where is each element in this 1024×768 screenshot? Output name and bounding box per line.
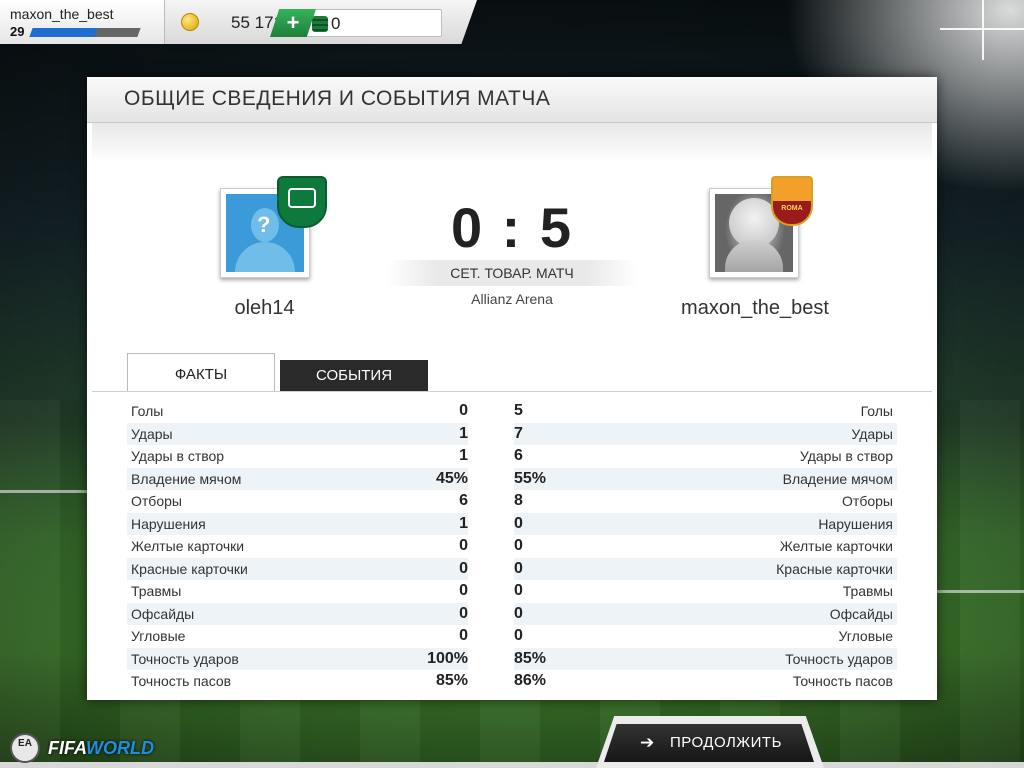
stat-row: Травмы 0 0 Травмы (127, 580, 897, 603)
coin-icon (181, 13, 199, 31)
stat-value-home: 0 (459, 604, 468, 622)
points-icon (312, 16, 328, 32)
home-team-name: oleh14 (234, 297, 295, 319)
stat-label-home: Удары в створ (131, 448, 225, 464)
continue-button[interactable]: ➔ ПРОДОЛЖИТЬ (604, 724, 814, 762)
stat-label-away: Отборы (842, 493, 893, 509)
away-team-name: maxon_the_best (681, 297, 829, 319)
stat-row: Красные карточки 0 0 Красные карточки (127, 557, 897, 580)
stat-label-away: Удары (851, 425, 893, 442)
stat-value-away: 86% (514, 672, 547, 689)
stat-value-away: 7 (514, 424, 523, 442)
top-bar: maxon_the_best 29 55 171 0 + (0, 0, 480, 44)
stat-value-home: 0 (459, 627, 468, 644)
stat-value-away: 55% (514, 469, 547, 487)
stat-label-home: Точность ударов (131, 650, 239, 667)
away-crest-text: ROMA (781, 205, 803, 212)
stat-label-away: Удары в створ (799, 448, 893, 464)
page-title: ОБЩИЕ СВЕДЕНИЯ И СОБЫТИЯ МАТЧА (124, 87, 551, 110)
match-score: 0 : 5 (450, 196, 574, 259)
away-club-crest-icon: ROMA (771, 176, 813, 226)
unknown-user-icon: ? (257, 212, 271, 237)
stat-value-home: 45% (435, 469, 468, 487)
stat-value-away: 0 (514, 582, 523, 599)
stat-row: Точность ударов 100% 85% Точность ударов (127, 647, 897, 670)
stat-value-home: 1 (459, 424, 468, 442)
stat-row: Офсайды 0 0 Офсайды (127, 602, 897, 625)
fifa-world-logo: FIFAWORLD (48, 738, 154, 758)
username: maxon_the_best (10, 6, 114, 22)
stat-label-away: Нарушения (818, 515, 893, 532)
stat-value-away: 5 (514, 402, 523, 419)
stat-label-home: Красные карточки (131, 560, 248, 577)
stat-label-home: Владение мячом (131, 470, 242, 487)
stat-label-away: Травмы (842, 583, 893, 599)
stat-value-away: 8 (514, 492, 523, 509)
match-type: СЕТ. ТОВАР. МАТЧ (450, 265, 574, 281)
user-profile[interactable]: maxon_the_best 29 (0, 0, 165, 44)
stat-value-home: 85% (435, 672, 468, 689)
stat-value-home: 1 (459, 447, 468, 464)
stat-label-away: Точность пасов (792, 673, 893, 689)
currency-bar: 55 171 0 (165, 0, 477, 44)
home-club-crest-icon (277, 176, 327, 228)
points-box: 0 (294, 9, 442, 37)
stat-value-home: 0 (459, 537, 468, 554)
stat-label-away: Точность ударов (785, 650, 893, 667)
stat-value-home: 100% (427, 649, 468, 667)
stat-value-home: 0 (459, 402, 468, 419)
stat-label-home: Травмы (131, 583, 182, 599)
stadium-light-flare (940, 0, 1024, 60)
stat-label-away: Владение мячом (782, 470, 893, 487)
stat-row: Владение мячом 45% 55% Владение мячом (127, 467, 897, 490)
stat-value-away: 85% (514, 649, 547, 667)
xp-progress-fill (29, 28, 98, 37)
stat-label-home: Угловые (131, 628, 186, 644)
xp-progress-bar (29, 28, 141, 37)
stat-row: Угловые 0 0 Угловые (127, 625, 897, 648)
stat-row: Отборы 6 8 Отборы (127, 490, 897, 513)
stat-row: Нарушения 1 0 Нарушения (127, 512, 897, 535)
stats-table: Голы 0 5 Голы Удары 1 7 Удары Удары в створ 1 6 Уда… (127, 400, 897, 693)
stat-label-away: Офсайды (829, 605, 893, 622)
stat-value-home: 0 (459, 559, 468, 577)
stat-value-home: 6 (459, 492, 468, 509)
stat-row: Желтые карточки 0 0 Желтые карточки (127, 535, 897, 558)
stat-value-away: 0 (514, 559, 523, 577)
stat-value-away: 0 (514, 604, 523, 622)
stat-row: Точность пасов 85% 86% Точность пасов (127, 670, 897, 693)
stat-value-away: 0 (514, 627, 523, 644)
stat-row: Удары 1 7 Удары (127, 422, 897, 445)
points-value: 0 (331, 14, 341, 33)
stat-row: Голы 0 5 Голы (127, 400, 897, 423)
stat-label-away: Голы (860, 403, 893, 419)
tab-events[interactable]: СОБЫТИЯ (280, 360, 428, 392)
stat-label-home: Точность пасов (131, 673, 232, 689)
panel-header: ОБЩИЕ СВЕДЕНИЯ И СОБЫТИЯ МАТЧА (87, 77, 937, 123)
user-level: 29 (10, 24, 25, 39)
match-venue: Allianz Arena (471, 291, 553, 307)
stat-label-away: Желтые карточки (779, 538, 893, 554)
stat-label-home: Офсайды (131, 605, 195, 622)
pitch-line (937, 590, 1024, 593)
stat-label-home: Голы (131, 403, 164, 419)
stat-row: Удары в створ 1 6 Удары в створ (127, 445, 897, 468)
stat-label-home: Удары (131, 425, 173, 442)
stat-value-home: 0 (459, 582, 468, 599)
stat-label-home: Отборы (131, 493, 182, 509)
stat-value-away: 6 (514, 447, 523, 464)
tab-facts[interactable]: ФАКТЫ (127, 353, 275, 392)
stat-value-home: 1 (459, 514, 468, 532)
stat-label-home: Желтые карточки (131, 538, 245, 554)
stat-label-away: Угловые (838, 628, 893, 644)
stat-label-away: Красные карточки (776, 560, 893, 577)
stat-value-away: 0 (514, 514, 523, 532)
match-summary-panel: ОБЩИЕ СВЕДЕНИЯ И СОБЫТИЯ МАТЧА ? ROMA ol… (87, 77, 937, 700)
continue-label: ПРОДОЛЖИТЬ (670, 734, 782, 751)
ea-sports-logo: EA (10, 733, 40, 763)
pitch-line (0, 490, 90, 493)
stat-label-home: Нарушения (131, 515, 206, 532)
stat-value-away: 0 (514, 537, 523, 554)
arrow-right-icon: ➔ (640, 733, 655, 752)
